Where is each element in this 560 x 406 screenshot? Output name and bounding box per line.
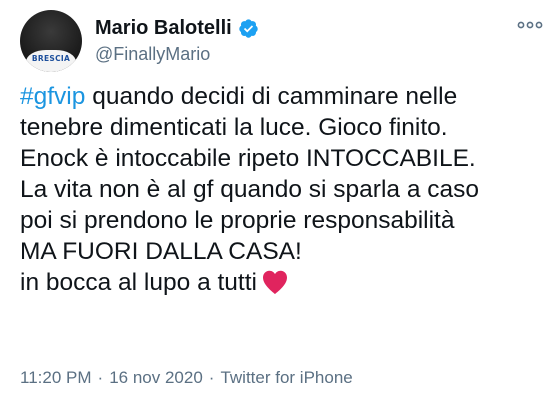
- tweet-line-1: #gfvip quando decidi di camminare nelle: [20, 81, 550, 112]
- name-row: Mario Balotelli: [95, 15, 259, 41]
- red-heart-icon: [261, 269, 289, 295]
- tweet-source[interactable]: Twitter for iPhone: [220, 368, 352, 387]
- tweet-line-1-text: quando decidi di camminare nelle: [85, 83, 458, 110]
- tweet-date[interactable]: 16 nov 2020: [109, 368, 203, 387]
- tweet-line-3: Enock è intoccabile ripeto INTOCCABILE.: [20, 145, 476, 172]
- user-handle[interactable]: @FinallyMario: [95, 44, 259, 65]
- more-options-icon[interactable]: [515, 13, 545, 37]
- display-name[interactable]: Mario Balotelli: [95, 17, 232, 40]
- tweet-line-6: MA FUORI DALLA CASA!: [20, 238, 302, 265]
- tweet-time[interactable]: 11:20 PM: [20, 368, 92, 387]
- user-names: Mario Balotelli @FinallyMario: [95, 15, 259, 65]
- tweet-line-2: tenebre dimenticati la luce. Gioco finit…: [20, 114, 448, 141]
- verified-badge-icon: [238, 18, 259, 39]
- tweet-line-4: La vita non è al gf quando si sparla a c…: [20, 176, 480, 203]
- tweet-header: BRESCIA Mario Balotelli @FinallyMario: [20, 10, 545, 72]
- tweet-meta: 11:20 PM · 16 nov 2020 · Twitter for iPhone: [20, 368, 353, 388]
- avatar[interactable]: BRESCIA: [20, 10, 82, 72]
- meta-separator-2: ·: [208, 368, 215, 387]
- hashtag-link[interactable]: #gfvip: [20, 83, 85, 110]
- avatar-badge-text: BRESCIA: [31, 54, 71, 63]
- tweet-last-line-text: in bocca al lupo a tutti: [20, 269, 257, 296]
- tweet-line-7: in bocca al lupo a tutti: [20, 267, 550, 298]
- tweet-line-5: poi si prendono le proprie responsabilit…: [20, 207, 455, 234]
- tweet: BRESCIA Mario Balotelli @FinallyMario #g…: [0, 0, 560, 406]
- tweet-text: #gfvip quando decidi di camminare nelle …: [20, 81, 550, 298]
- meta-separator-1: ·: [97, 368, 104, 387]
